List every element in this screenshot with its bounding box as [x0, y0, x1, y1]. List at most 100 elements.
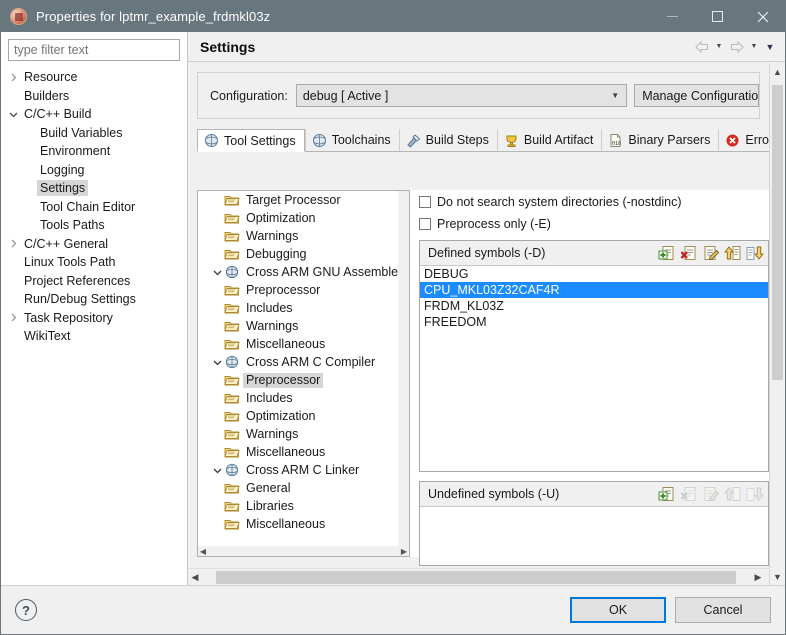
tab-build-artifact[interactable]: Build Artifact [496, 129, 601, 151]
tool-tree-item-target-processor[interactable]: Target Processor [198, 191, 409, 209]
checkbox-row[interactable]: Preprocess only (-E) [419, 214, 769, 234]
move-down-icon[interactable] [746, 245, 765, 262]
sidebar-item-logging[interactable]: Logging [1, 161, 187, 180]
tool-tree-item-general[interactable]: General [198, 479, 409, 497]
vscroll-thumb[interactable] [772, 85, 783, 380]
sidebar-item-label: Project References [24, 273, 131, 288]
delete-icon[interactable] [680, 245, 698, 262]
tool-tree-item-miscellaneous[interactable]: Miscellaneous [198, 515, 409, 533]
add-icon[interactable] [658, 245, 676, 262]
maximize-button[interactable] [695, 1, 740, 32]
tool-tree-item-label: Miscellaneous [246, 336, 326, 351]
tool-tree-item-cross-arm-gnu-assembler[interactable]: Cross ARM GNU Assembler [198, 263, 409, 281]
tool-tree-item-warnings[interactable]: Warnings [198, 317, 409, 335]
undefined-symbols-list[interactable] [420, 507, 768, 565]
tool-tree-item-debugging[interactable]: Debugging [198, 245, 409, 263]
tool-tree-item-label: Preprocessor [246, 282, 321, 297]
sidebar-item-builders[interactable]: Builders [1, 87, 187, 106]
tool-tree-horizontal-scrollbar[interactable]: ◀ ▶ [198, 546, 409, 556]
sidebar-item-tool-chain-editor[interactable]: Tool Chain Editor [1, 198, 187, 217]
ok-button[interactable]: OK [570, 597, 666, 623]
tool-tree-panel: Target Processor Optimization Warnings Debu… [197, 190, 410, 557]
sidebar-item-task-repository[interactable]: Task Repository [1, 309, 187, 328]
tool-tree-item-miscellaneous[interactable]: Miscellaneous [198, 335, 409, 353]
tab-tool-settings[interactable]: Tool Settings [197, 129, 305, 152]
checkbox-icon[interactable] [419, 218, 431, 230]
sidebar-item-environment[interactable]: Environment [1, 142, 187, 161]
edit-icon[interactable] [702, 245, 720, 262]
tab-label: Binary Parsers [628, 133, 711, 147]
tool-tree-item-libraries[interactable]: Libraries [198, 497, 409, 515]
sidebar-item-build-variables[interactable]: Build Variables [1, 124, 187, 143]
minimize-button[interactable] [650, 1, 695, 32]
checkbox-icon[interactable] [419, 196, 431, 208]
tool-tree-item-optimization[interactable]: Optimization [198, 407, 409, 425]
forward-arrow-icon[interactable] [729, 40, 744, 54]
tool-tree-item-cross-arm-c-linker[interactable]: Cross ARM C Linker [198, 461, 409, 479]
tab-binary-parsers[interactable]: 010 Binary Parsers [601, 129, 718, 151]
back-arrow-icon[interactable] [694, 40, 709, 54]
close-icon [757, 11, 768, 22]
sidebar-item-c-c-build[interactable]: C/C++ Build [1, 105, 187, 124]
configuration-select[interactable]: debug [ Active ] ▼ [295, 84, 628, 107]
chevron-right-icon[interactable] [5, 313, 21, 322]
forward-history-chevron-down-icon[interactable]: ▼ [748, 40, 760, 54]
view-menu-icon[interactable]: ▼ [764, 40, 776, 54]
tool-tree-item-miscellaneous[interactable]: Miscellaneous [198, 443, 409, 461]
tool-tree-item-optimization[interactable]: Optimization [198, 209, 409, 227]
manage-configurations-button[interactable]: Manage Configuratio [634, 84, 759, 107]
tool-tree-item-cross-arm-c-compiler[interactable]: Cross ARM C Compiler [198, 353, 409, 371]
hscroll-thumb[interactable] [216, 570, 736, 584]
tool-tree-item-includes[interactable]: Includes [198, 299, 409, 317]
add-icon[interactable] [658, 486, 676, 503]
close-button[interactable] [740, 1, 785, 32]
symbol-list-item[interactable]: FRDM_KL03Z [420, 298, 768, 314]
tab-toolchains[interactable]: Toolchains [304, 129, 399, 151]
help-button[interactable]: ? [15, 599, 37, 621]
sidebar-item-resource[interactable]: Resource [1, 68, 187, 87]
cancel-button[interactable]: Cancel [675, 597, 771, 623]
tool-tree-item-warnings[interactable]: Warnings [198, 227, 409, 245]
sidebar-item-project-references[interactable]: Project References [1, 272, 187, 291]
content-vertical-scrollbar[interactable]: ▲ ▼ [769, 63, 785, 585]
tool-tree-item-warnings[interactable]: Warnings [198, 425, 409, 443]
scroll-down-icon[interactable]: ▼ [770, 568, 785, 585]
move-up-icon[interactable] [723, 245, 742, 262]
tool-settings-panels: Target Processor Optimization Warnings Debu… [197, 190, 769, 566]
scroll-left-icon[interactable]: ◀ [198, 547, 208, 556]
sidebar-item-run-debug-settings[interactable]: Run/Debug Settings [1, 290, 187, 309]
scroll-left-icon[interactable]: ◀ [188, 572, 202, 583]
chevron-down-icon[interactable] [210, 268, 224, 277]
checkbox-row[interactable]: Do not search system directories (-nostd… [419, 192, 769, 212]
symbol-list-item[interactable]: DEBUG [420, 266, 768, 282]
content-horizontal-scrollbar[interactable]: ◀ ▶ [188, 568, 769, 585]
tool-tree-item-includes[interactable]: Includes [198, 389, 409, 407]
tool-tree-item-preprocessor[interactable]: Preprocessor [198, 371, 409, 389]
defined-symbols-toolbar [658, 245, 768, 262]
folder-icon [224, 517, 240, 531]
chevron-right-icon[interactable] [5, 73, 21, 82]
symbol-list-item[interactable]: CPU_MKL03Z32CAF4R [420, 282, 768, 298]
folder-icon [224, 409, 240, 423]
symbol-list-item[interactable]: FREEDOM [420, 314, 768, 330]
tool-tree-item-preprocessor[interactable]: Preprocessor [198, 281, 409, 299]
sidebar-item-settings[interactable]: Settings [1, 179, 187, 198]
tab-build-steps[interactable]: Build Steps [398, 129, 497, 151]
sidebar-item-linux-tools-path[interactable]: Linux Tools Path [1, 253, 187, 272]
sidebar-item-wikitext[interactable]: WikiText [1, 327, 187, 346]
chevron-right-icon[interactable] [5, 239, 21, 248]
chevron-down-icon[interactable] [5, 110, 21, 119]
scroll-right-icon[interactable]: ▶ [751, 572, 765, 583]
chevron-down-icon[interactable] [210, 358, 224, 367]
sidebar-item-tools-paths[interactable]: Tools Paths [1, 216, 187, 235]
back-history-chevron-down-icon[interactable]: ▼ [713, 40, 725, 54]
sidebar-item-c-c-general[interactable]: C/C++ General [1, 235, 187, 254]
tool-tree-vertical-scrollbar[interactable] [398, 191, 409, 546]
scroll-right-icon[interactable]: ▶ [399, 547, 409, 556]
filter-input[interactable] [8, 39, 180, 61]
tool-tree-item-label: General [246, 480, 291, 495]
defined-symbols-list[interactable]: DEBUG CPU_MKL03Z32CAF4R FRDM_KL03Z FREEDOM [420, 266, 768, 471]
sidebar-item-label: Logging [40, 162, 85, 177]
scroll-up-icon[interactable]: ▲ [770, 63, 785, 80]
chevron-down-icon[interactable] [210, 466, 224, 475]
